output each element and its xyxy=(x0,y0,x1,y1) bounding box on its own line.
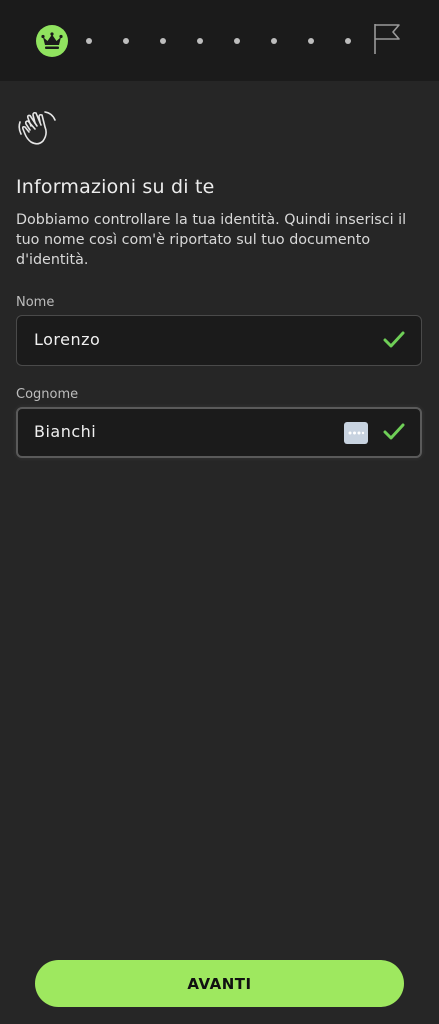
crown-icon xyxy=(36,25,68,57)
progress-header xyxy=(0,0,439,81)
step-dot xyxy=(197,38,203,44)
autofill-key-icon[interactable] xyxy=(344,422,368,444)
waving-hand-icon xyxy=(16,108,60,150)
next-button[interactable]: AVANTI xyxy=(35,960,404,1007)
step-dot xyxy=(345,38,351,44)
step-dot xyxy=(308,38,314,44)
step-dot xyxy=(160,38,166,44)
first-name-field[interactable]: Lorenzo xyxy=(16,315,422,366)
flag-icon xyxy=(372,22,404,56)
last-name-input[interactable]: Bianchi xyxy=(34,422,96,441)
page-description: Dobbiamo controllare la tua identità. Qu… xyxy=(16,212,407,268)
step-dot xyxy=(271,38,277,44)
first-name-label: Nome xyxy=(16,295,55,310)
step-progress xyxy=(36,22,404,60)
page-title: Informazioni su di te xyxy=(16,176,215,198)
step-dot xyxy=(123,38,129,44)
last-name-field[interactable]: Bianchi xyxy=(16,407,422,458)
step-dot xyxy=(86,38,92,44)
check-icon xyxy=(383,422,405,442)
check-icon xyxy=(383,330,405,350)
step-dot xyxy=(234,38,240,44)
first-name-input[interactable]: Lorenzo xyxy=(34,330,100,349)
last-name-label: Cognome xyxy=(16,387,79,402)
